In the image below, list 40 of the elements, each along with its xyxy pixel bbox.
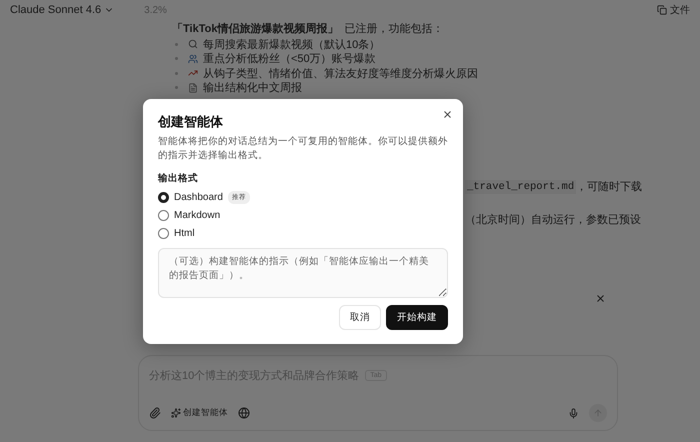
dialog-title: 创建智能体 — [158, 113, 224, 131]
radio-label: Dashboard — [174, 192, 223, 202]
create-agent-button[interactable]: 创建智能体 — [171, 407, 228, 419]
radio-button[interactable] — [158, 192, 169, 202]
feature-text: 输出结构化中文周报 — [203, 80, 302, 96]
trend-chart-icon — [188, 68, 198, 78]
feature-text: 每周搜索最新爆款视频（默认10条） — [203, 38, 380, 52]
files-button[interactable]: 文件 — [657, 3, 690, 17]
dialog-description: 智能体将把你的对话总结为一个可复用的智能体。你可以提供额外的指示并选择输出格式。 — [158, 135, 448, 163]
copy-icon — [657, 5, 667, 15]
file-name-code: _travel_report.md — [465, 180, 576, 194]
message-text: 已注册，功能包括： — [344, 22, 444, 36]
close-icon[interactable] — [595, 293, 606, 304]
radio-button[interactable] — [158, 210, 169, 220]
bullet-dot — [175, 42, 178, 46]
radio-button[interactable] — [158, 228, 169, 238]
start-build-button[interactable]: 开始构建 — [386, 305, 448, 330]
arrow-up-icon — [593, 408, 603, 418]
sparkle-icon — [171, 408, 181, 418]
instructions-field[interactable]: （可选）构建智能体的指示（例如「智能体应输出一个精美的报告页面」）。 — [158, 248, 448, 298]
document-icon — [188, 82, 198, 93]
agent-title: 「TikTok情侣旅游爆款视频周报」 — [172, 22, 338, 36]
globe-icon[interactable] — [238, 407, 250, 419]
radio-label: Markdown — [174, 210, 220, 220]
message-text: ，可随时下载 — [576, 180, 642, 194]
bullet-dot — [175, 72, 178, 75]
attach-icon[interactable] — [149, 407, 161, 419]
bullet-dot — [175, 86, 178, 90]
feature-text: 重点分析低粉丝（<50万）账号爆款 — [203, 52, 376, 66]
people-icon — [188, 54, 198, 64]
bullet-dot — [175, 57, 178, 60]
radio-label: Html — [174, 228, 195, 238]
cancel-button[interactable]: 取消 — [339, 305, 381, 330]
model-selector[interactable]: Claude Sonnet 4.6 — [10, 4, 114, 16]
close-icon[interactable] — [442, 109, 453, 120]
format-label: 输出格式 — [158, 172, 199, 185]
search-icon — [188, 39, 198, 50]
message-text: （北京时间）自动运行，参数已预设 — [465, 212, 641, 227]
microphone-icon[interactable] — [568, 408, 579, 418]
feature-text: 从钩子类型、情绪价值、算法友好度等维度分析爆火原因 — [203, 66, 478, 81]
